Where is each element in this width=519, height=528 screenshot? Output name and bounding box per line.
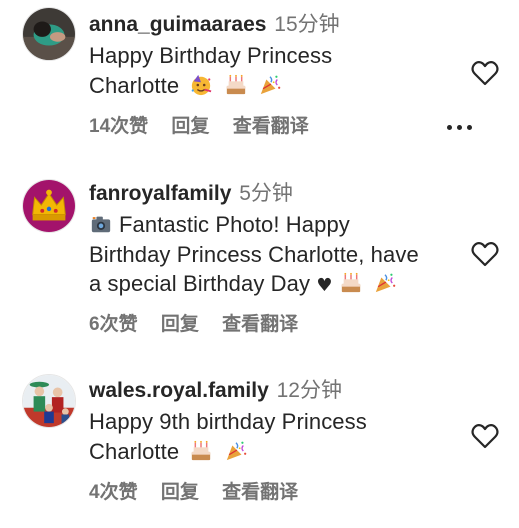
avatar[interactable]: [22, 7, 76, 61]
comment-text: Happy Birthday Princess Charlotte: [89, 41, 461, 100]
comment-text-line: Charlotte: [89, 72, 180, 98]
comment-text: Happy 9th birthday Princess Charlotte: [89, 407, 461, 466]
username[interactable]: wales.royal.family: [89, 379, 269, 402]
reply-button[interactable]: 回复: [161, 314, 199, 335]
comment-text: Fantastic Photo! Happy Birthday Princess…: [89, 210, 469, 301]
timestamp[interactable]: 5分钟: [239, 182, 293, 205]
reply-button[interactable]: 回复: [171, 116, 209, 137]
likes-count[interactable]: 4次赞: [89, 482, 138, 503]
avatar[interactable]: [22, 374, 76, 428]
birthday-cake-emoji: [339, 272, 363, 294]
heart-outline-icon[interactable]: [471, 60, 499, 86]
likes-count[interactable]: 6次赞: [89, 314, 138, 335]
birthday-cake-emoji: [189, 440, 213, 462]
reply-button[interactable]: 回复: [161, 482, 199, 503]
comment-text-line: Birthday Princess Charlotte, have: [89, 241, 419, 267]
avatar[interactable]: [22, 179, 76, 233]
likes-count[interactable]: 14次赞: [89, 116, 148, 137]
comment-text-line: Fantastic Photo! Happy: [119, 212, 350, 237]
comment-actions: 4次赞 回复 查看翻译: [89, 481, 316, 505]
heart-outline-icon[interactable]: [471, 241, 499, 267]
heart-symbol: ♥: [316, 275, 333, 296]
comment-text-line: Charlotte: [89, 438, 180, 464]
comment-header: wales.royal.family 12分钟: [89, 378, 342, 404]
comment-text-line: Happy 9th birthday Princess: [89, 409, 367, 434]
partying-face-emoji: [189, 74, 213, 96]
camera-emoji: [89, 213, 113, 235]
party-popper-emoji: [373, 272, 397, 294]
comment-header: anna_guimaaraes 15分钟: [89, 12, 340, 38]
username[interactable]: anna_guimaaraes: [89, 13, 266, 36]
see-translation-button[interactable]: 查看翻译: [222, 482, 298, 503]
timestamp[interactable]: 15分钟: [274, 13, 339, 36]
party-popper-emoji: [258, 74, 282, 96]
more-horizontal-icon[interactable]: [447, 115, 472, 139]
timestamp[interactable]: 12分钟: [277, 379, 342, 402]
comment-actions: 6次赞 回复 查看翻译: [89, 313, 316, 337]
see-translation-button[interactable]: 查看翻译: [233, 116, 309, 137]
heart-outline-icon[interactable]: [471, 423, 499, 449]
comment-text-line: a special Birthday Day: [89, 271, 311, 296]
username[interactable]: fanroyalfamily: [89, 182, 231, 205]
comment-text-line: Happy Birthday Princess: [89, 43, 333, 68]
see-translation-button[interactable]: 查看翻译: [222, 314, 298, 335]
comment-actions: 14次赞 回复 查看翻译: [89, 115, 472, 139]
party-popper-emoji: [224, 440, 248, 462]
comment-header: fanroyalfamily 5分钟: [89, 181, 293, 207]
birthday-cake-emoji: [224, 74, 248, 96]
